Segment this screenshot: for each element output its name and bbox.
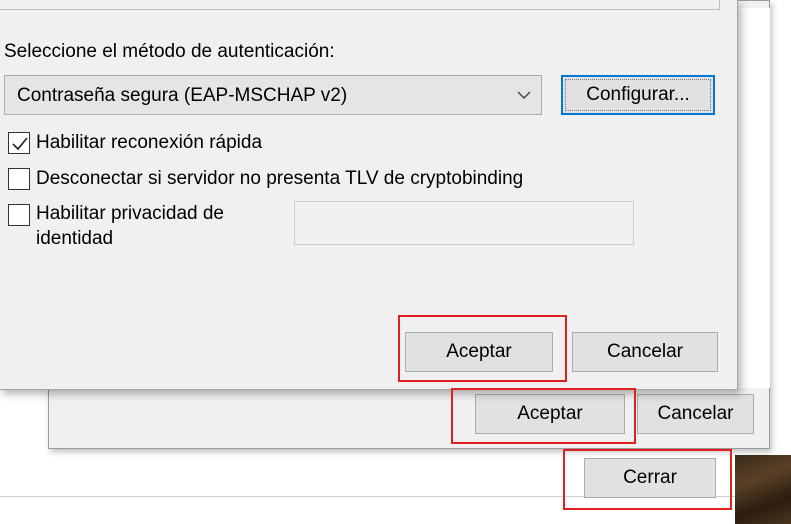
chevron-down-icon [516,87,532,103]
fast-reconnect-checkbox[interactable] [8,132,30,154]
disconnect-tlv-checkbox[interactable] [8,168,30,190]
identity-privacy-label-line2: identidad [36,228,114,249]
desktop-background-photo [735,455,791,524]
fast-reconnect-label: Habilitar reconexión rápida [36,132,263,153]
auth-method-select-value: Contraseña segura (EAP-MSCHAP v2) [17,85,348,106]
disconnect-tlv-label: Desconectar si servidor no presenta TLV … [36,168,524,189]
highlight-close [563,449,732,510]
configure-button-label: Configurar... [586,84,690,105]
highlight-front-ok [398,315,567,382]
middle-cancel-button[interactable]: Cancelar [637,394,754,434]
front-cancel-button-label: Cancelar [606,341,684,362]
front-dialog-top-frame [0,0,720,10]
auth-method-select[interactable]: Contraseña segura (EAP-MSCHAP v2) [4,75,542,115]
highlight-middle-ok [451,388,636,444]
identity-field[interactable] [294,201,634,245]
identity-privacy-label-line1: Habilitar privacidad de [36,203,224,224]
identity-privacy-checkbox[interactable] [8,204,30,226]
checkmark-icon [12,137,28,151]
configure-button[interactable]: Configurar... [561,75,715,115]
front-cancel-button[interactable]: Cancelar [572,332,718,372]
middle-cancel-button-label: Cancelar [657,403,734,424]
auth-method-label: Seleccione el método de autenticación: [4,41,335,62]
